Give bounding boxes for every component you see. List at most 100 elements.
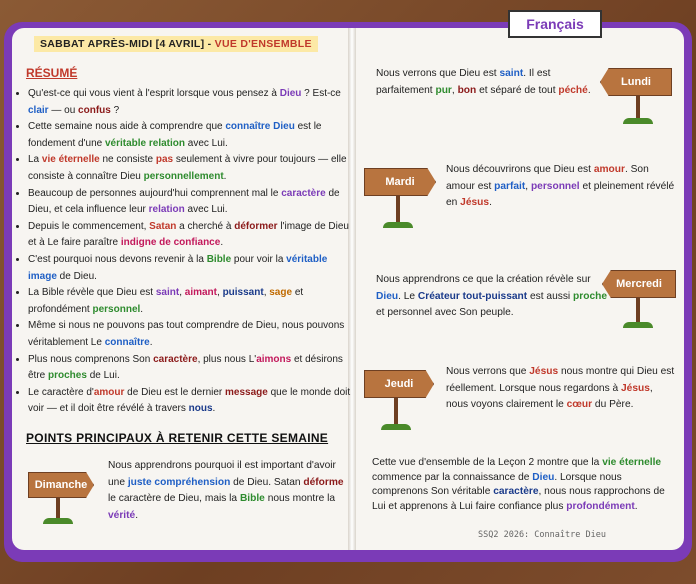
resume-item-2-seg-2: ne consiste (99, 154, 156, 166)
lesson-header-date: SABBAT APRÈS-MIDI [4 AVRIL] - (40, 38, 215, 50)
resume-item-7-seg-2: . (149, 336, 153, 348)
text-mercredi-seg-0: Nous apprendrons ce que la création révè… (376, 274, 591, 285)
resume-item-8-seg-6: de Lui. (86, 370, 120, 382)
text-mardi-seg-0: Nous découvrirons que Dieu est (446, 164, 594, 175)
resume-item-4-seg-5: indigne de confiance (120, 237, 221, 249)
text-mercredi-seg-2: . Le (398, 290, 418, 302)
resume-item-6-seg-7: sage (269, 287, 293, 299)
resume-item-6-seg-9: personnel (92, 303, 141, 315)
text-mardi-seg-3: parfait (494, 180, 526, 192)
conclusion-seg-0: Cette vue d'ensemble de la Leçon 2 montr… (372, 457, 603, 468)
conclusion-seg-2: commence par la connaissance de (372, 471, 533, 483)
text-jeudi-seg-3: Jésus (621, 382, 650, 394)
resume-item-8-seg-0: Plus nous comprenons Son (28, 353, 154, 365)
resume-item-0-seg-1: Dieu (279, 88, 302, 99)
resume-item-0-seg-3: clair (28, 104, 49, 116)
signpost-dimanche-label: Dimanche (28, 472, 94, 498)
resume-item-2-seg-6: . (223, 170, 227, 182)
text-lundi: Nous verrons que Dieu est saint. Il est … (376, 66, 604, 99)
signpost-jeudi-label: Jeudi (364, 370, 434, 398)
resume-item-4-seg-6: . (220, 237, 224, 249)
resume-item-6-seg-5: puissant (222, 287, 264, 299)
resume-item-8-seg-5: proches (48, 370, 87, 382)
resume-item-3-seg-3: relation (148, 204, 185, 216)
resume-item: Le caractère d'amour de Dieu est le dern… (28, 385, 353, 418)
resume-item-1-seg-3: véritable relation (104, 137, 185, 149)
resume-item-9-seg-0: Le caractère d' (28, 386, 94, 398)
resume-item-1-seg-1: connaître Dieu (225, 121, 295, 133)
text-dimanche-seg-1: juste compréhension (127, 476, 231, 488)
text-lundi-seg-1: saint (499, 68, 524, 79)
resume-item-8-seg-2: , plus nous L' (197, 353, 257, 365)
resume-item-5-seg-4: de Dieu. (56, 270, 97, 282)
resume-item-5-seg-0: C'est pourquoi nous devons revenir à la (28, 253, 207, 265)
conclusion-seg-8: . (634, 500, 638, 512)
resume-item-0-seg-0: Qu'est-ce qui vous vient à l'esprit lors… (28, 88, 280, 99)
resume-item-1-seg-0: Cette semaine nous aide à comprendre que (28, 121, 226, 133)
resume-title: RÉSUMÉ (26, 66, 78, 80)
text-jeudi-seg-0: Nous verrons que (446, 366, 530, 377)
resume-item-2-seg-5: personnellement (143, 170, 224, 182)
resume-item-6-seg-3: aimant (184, 287, 217, 299)
text-mercredi-seg-3: Créateur tout-puissant (417, 290, 528, 302)
lesson-header: SABBAT APRÈS-MIDI [4 AVRIL] - VUE D'ENSE… (34, 36, 318, 52)
text-lundi-seg-5: bon (457, 84, 477, 96)
resume-item-5-seg-1: Bible (206, 253, 232, 265)
text-dimanche: Nous apprendrons pourquoi il est importa… (108, 458, 344, 524)
text-lundi-seg-0: Nous verrons que Dieu est (376, 68, 500, 79)
text-mercredi-seg-1: Dieu (376, 290, 399, 302)
resume-item-9-seg-5: nous (188, 403, 213, 415)
resume-item-3-seg-1: caractère (281, 187, 326, 199)
resume-item-7-seg-0: Même si nous ne pouvons pas tout compren… (28, 320, 345, 348)
resume-item-2-seg-1: vie éternelle (41, 154, 100, 166)
text-lundi-seg-6: et séparé de tout (476, 84, 559, 96)
resume-item-0-seg-4: — ou (48, 104, 79, 116)
conclusion-seg-1: vie éternelle (602, 457, 662, 468)
text-mardi-seg-8: . (489, 197, 492, 209)
text-mercredi-seg-6: et personnel avec Son peuple. (376, 307, 514, 319)
text-mardi-seg-5: personnel (530, 180, 580, 192)
resume-item-0-seg-2: ? Est-ce (301, 88, 341, 99)
resume-item: La vie éternelle ne consiste pas seuleme… (28, 152, 353, 185)
resume-item-0-seg-6: ? (110, 104, 120, 116)
text-mardi: Nous découvrirons que Dieu est amour. So… (446, 162, 676, 212)
resume-item-9-seg-3: message (225, 386, 268, 398)
page: Français SABBAT APRÈS-MIDI [4 AVRIL] - V… (0, 0, 696, 584)
text-dimanche-seg-5: Bible (239, 493, 265, 505)
text-jeudi-seg-5: cœur (566, 399, 593, 411)
resume-item: Plus nous comprenons Son caractère, plus… (28, 352, 353, 385)
text-dimanche-seg-4: le caractère de Dieu, mais la (108, 493, 240, 505)
resume-item-9-seg-1: amour (93, 386, 125, 398)
resume-item-8-seg-3: aimons (256, 353, 292, 365)
resume-item-6-seg-0: La Bible révèle que Dieu est (28, 287, 156, 299)
resume-item-4-seg-2: a cherché à (176, 220, 235, 232)
text-jeudi-seg-1: Jésus (529, 366, 559, 377)
lesson-header-title: VUE D'ENSEMBLE (214, 38, 312, 50)
resume-item-3-seg-4: avec Lui. (184, 204, 228, 216)
resume-item-8-seg-1: caractère (153, 353, 198, 365)
resume-item-6-seg-10: . (140, 303, 144, 315)
conclusion-seg-7: profondément (566, 500, 635, 512)
resume-item-2-seg-3: pas (155, 154, 174, 166)
resume-item: C'est pourquoi nous devons revenir à la … (28, 252, 353, 285)
text-mercredi-seg-4: est aussi (527, 290, 574, 302)
text-dimanche-seg-6: nous montre la (264, 493, 336, 505)
resume-item: Depuis le commencement, Satan a cherché … (28, 219, 353, 252)
resume-item-0-seg-5: confus (78, 104, 111, 116)
resume-item: Qu'est-ce qui vous vient à l'esprit lors… (28, 86, 353, 119)
text-jeudi-seg-6: du Père. (592, 399, 634, 411)
text-conclusion: Cette vue d'ensemble de la Leçon 2 montr… (372, 456, 672, 514)
resume-item-5-seg-2: pour voir la (231, 253, 287, 265)
footer-text: SSQ2 2026: Connaître Dieu (478, 530, 606, 540)
conclusion-seg-5: caractère (493, 486, 539, 498)
resume-item: Même si nous ne pouvons pas tout compren… (28, 318, 353, 351)
resume-item-2-seg-0: La (28, 154, 42, 166)
language-label[interactable]: Français (508, 10, 602, 38)
text-dimanche-seg-2: de Dieu. Satan (230, 476, 304, 488)
signpost-mardi-label: Mardi (364, 168, 436, 196)
resume-item-9-seg-2: de Dieu est le dernier (124, 386, 226, 398)
text-mercredi-seg-5: proche (573, 290, 607, 302)
signpost-lundi-label: Lundi (600, 68, 672, 96)
resume-item: La Bible révèle que Dieu est saint, aima… (28, 285, 353, 318)
signpost-mercredi-label: Mercredi (602, 270, 676, 298)
